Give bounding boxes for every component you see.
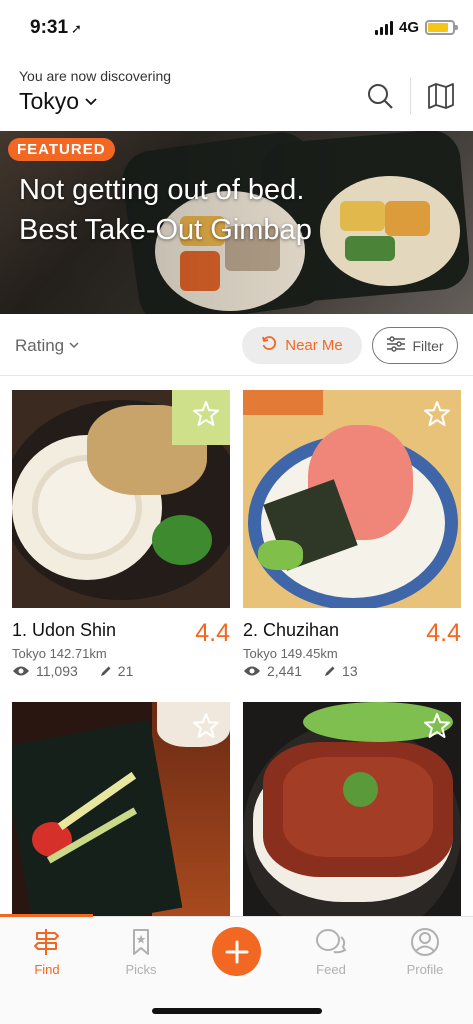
restaurant-photo [243, 390, 461, 608]
restaurant-photo [243, 702, 461, 916]
battery-icon [425, 20, 458, 35]
signpost-icon [34, 929, 59, 955]
status-bar: 9:31 ➚ 4G [0, 0, 473, 58]
filter-button[interactable]: Filter [372, 327, 458, 364]
pencil-icon [325, 666, 335, 676]
featured-badge: FEATURED [8, 138, 115, 161]
search-icon[interactable] [364, 80, 396, 112]
view-count: 2,441 [267, 663, 303, 679]
status-indicators: 4G [374, 19, 458, 36]
header-actions [364, 78, 457, 114]
status-time-text: 9:31 [30, 17, 69, 38]
plus-icon [225, 940, 248, 963]
bookmark-icon [133, 929, 149, 955]
near-me-label: Near Me [285, 337, 343, 354]
chat-bubbles-icon [316, 929, 347, 954]
restaurant-distance: Tokyo 142.71km [12, 646, 107, 661]
restaurant-card[interactable] [243, 702, 461, 916]
person-icon [411, 928, 439, 956]
restaurant-name: 1. Udon Shin [12, 620, 117, 640]
tab-find-label: Find [34, 962, 60, 977]
sort-dropdown[interactable]: Rating [15, 336, 79, 356]
scroll-progress-indicator [0, 914, 93, 917]
favorite-star-icon[interactable] [423, 712, 451, 740]
restaurant-card[interactable]: 2. Chuzihan 4.4 Tokyo 149.45km 2,441 13 [243, 390, 461, 679]
tab-feed[interactable]: Feed [291, 927, 371, 977]
filter-bar: Rating Near Me Filter [0, 314, 473, 376]
city-selector[interactable]: Tokyo [19, 88, 97, 115]
header-divider [410, 78, 411, 114]
restaurant-stats: 11,093 21 [12, 663, 133, 679]
featured-headline-2: Best Take-Out Gimbap [19, 214, 312, 246]
chevron-down-icon [85, 94, 97, 109]
sliders-icon [386, 336, 406, 355]
header: You are now discovering Tokyo [0, 58, 473, 130]
edit-count: 13 [342, 663, 358, 679]
featured-headline-1: Not getting out of bed. [19, 174, 305, 206]
near-me-button[interactable]: Near Me [242, 327, 362, 364]
restaurant-rating: 4.4 [426, 619, 461, 647]
restaurant-stats: 2,441 13 [243, 663, 358, 679]
discover-label: You are now discovering [19, 68, 172, 84]
chevron-down-icon [69, 340, 79, 352]
restaurant-name: 2. Chuzihan [243, 620, 340, 640]
eye-icon [244, 666, 260, 676]
map-icon[interactable] [425, 80, 457, 112]
filter-label: Filter [412, 337, 444, 354]
status-time: 9:31 ➚ [30, 17, 82, 39]
add-button[interactable] [212, 927, 261, 976]
favorite-star-icon[interactable] [423, 400, 451, 428]
restaurant-photo [12, 702, 230, 916]
restaurant-photo [12, 390, 230, 608]
network-type: 4G [398, 19, 419, 36]
restaurant-card[interactable]: 1. Udon Shin 4.4 Tokyo 142.71km 11,093 2… [12, 390, 230, 679]
tab-picks-label: Picks [125, 962, 157, 977]
sort-label: Rating [15, 336, 65, 355]
tab-profile-label: Profile [406, 962, 444, 977]
refresh-icon [261, 335, 277, 356]
favorite-star-icon[interactable] [192, 712, 220, 740]
location-arrow-icon: ➚ [71, 21, 82, 36]
restaurant-distance: Tokyo 149.45km [243, 646, 338, 661]
pencil-icon [100, 666, 111, 676]
view-count: 11,093 [36, 663, 78, 679]
city-name: Tokyo [19, 88, 80, 114]
tab-find[interactable]: Find [7, 927, 87, 977]
signal-icon [374, 20, 393, 35]
tab-profile[interactable]: Profile [385, 927, 465, 977]
edit-count: 21 [117, 663, 134, 679]
restaurant-card[interactable] [12, 702, 230, 916]
home-indicator [152, 1008, 322, 1014]
restaurant-rating: 4.4 [195, 619, 230, 647]
favorite-star-icon[interactable] [192, 400, 220, 428]
eye-icon [13, 666, 29, 676]
tab-feed-label: Feed [316, 962, 346, 977]
tab-picks[interactable]: Picks [101, 927, 181, 977]
